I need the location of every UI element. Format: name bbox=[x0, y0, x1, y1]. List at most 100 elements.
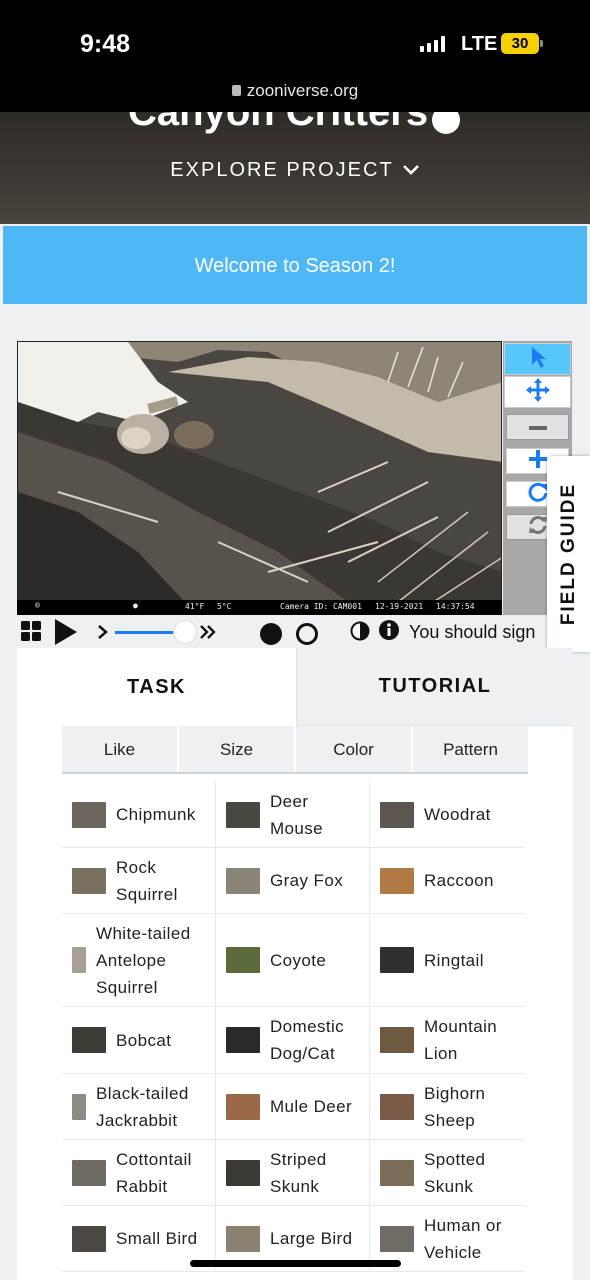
battery-icon: 30 bbox=[501, 33, 539, 54]
filter-pattern[interactable]: Pattern bbox=[413, 726, 528, 773]
species-option[interactable]: Spotted Skunk bbox=[370, 1140, 524, 1205]
filter-bar: Like Size Color Pattern bbox=[62, 726, 528, 773]
sign-in-notice[interactable]: You should sign bbox=[409, 622, 535, 643]
species-label-line: Cottontail bbox=[116, 1149, 192, 1169]
species-option[interactable]: Ringtail bbox=[370, 914, 524, 1006]
filter-divider bbox=[62, 772, 528, 774]
species-label-line: Striped bbox=[270, 1149, 327, 1169]
species-option[interactable]: Mule Deer bbox=[216, 1074, 370, 1139]
species-option[interactable]: White-tailed Antelope Squirrel bbox=[62, 914, 216, 1006]
species-option[interactable]: Cottontail Rabbit bbox=[62, 1140, 216, 1205]
invert-icon[interactable] bbox=[350, 621, 370, 646]
species-option[interactable]: Mountain Lion bbox=[370, 1007, 524, 1073]
species-thumbnail bbox=[226, 1159, 260, 1186]
species-option[interactable]: Domestic Dog/Cat bbox=[216, 1007, 370, 1073]
filter-size[interactable]: Size bbox=[179, 726, 294, 773]
species-label-line: Human or bbox=[424, 1215, 502, 1235]
species-row: Chipmunk Deer Mouse Woodrat bbox=[62, 782, 525, 848]
zoom-out-icon bbox=[528, 418, 548, 436]
species-option[interactable]: Woodrat bbox=[370, 782, 524, 847]
species-label: Coyote bbox=[270, 947, 326, 974]
species-label-line: Woodrat bbox=[424, 805, 491, 824]
species-thumbnail bbox=[72, 947, 86, 973]
outline-circle-icon[interactable] bbox=[295, 622, 319, 651]
species-option[interactable]: Rock Squirrel bbox=[62, 848, 216, 913]
explore-project-button[interactable]: EXPLORE PROJECT bbox=[0, 159, 590, 182]
capture-time: 14:37:54 bbox=[436, 602, 475, 611]
temp-f: 41°F bbox=[185, 602, 205, 611]
home-indicator bbox=[190, 1260, 401, 1267]
speed-slider[interactable] bbox=[115, 619, 197, 650]
pointer-tool-button[interactable] bbox=[504, 343, 571, 375]
species-thumbnail bbox=[380, 947, 414, 973]
species-thumbnail bbox=[380, 1027, 414, 1053]
field-guide-label: FIELD GUIDE bbox=[557, 482, 579, 626]
filter-color[interactable]: Color bbox=[296, 726, 411, 773]
tab-tutorial[interactable]: TUTORIAL bbox=[296, 648, 573, 726]
species-option[interactable]: Black-tailed Jackrabbit bbox=[62, 1074, 216, 1139]
field-guide-tab[interactable]: FIELD GUIDE bbox=[547, 456, 590, 652]
species-label-line: Ringtail bbox=[424, 950, 484, 970]
species-label-line: Large Bird bbox=[270, 1229, 353, 1248]
move-icon bbox=[525, 377, 551, 408]
species-label-line: Rabbit bbox=[116, 1176, 168, 1196]
species-label: Large Bird bbox=[270, 1225, 352, 1252]
species-label: Human or Vehicle bbox=[424, 1212, 502, 1266]
capture-date: 12-19-2021 bbox=[375, 602, 424, 611]
status-time: 9:48 bbox=[80, 30, 131, 58]
species-label-line: Gray Fox bbox=[270, 871, 344, 890]
move-tool-button[interactable] bbox=[504, 376, 571, 408]
species-option[interactable]: Gray Fox bbox=[216, 848, 370, 913]
species-row: Black-tailed Jackrabbit Mule Deer Bighorn Sh… bbox=[62, 1074, 525, 1140]
species-label: Gray Fox bbox=[270, 867, 343, 894]
species-option[interactable]: Chipmunk bbox=[62, 782, 216, 847]
species-row: Rock Squirrel Gray Fox Raccoon bbox=[62, 848, 525, 914]
species-label: Rock Squirrel bbox=[116, 854, 178, 908]
url-text: zooniverse.org bbox=[246, 81, 359, 100]
pointer-icon bbox=[528, 345, 548, 374]
url-bar[interactable]: zooniverse.org bbox=[0, 81, 590, 101]
species-option[interactable]: Bighorn Sheep bbox=[370, 1074, 524, 1139]
species-label: Bighorn Sheep bbox=[424, 1080, 485, 1134]
species-option[interactable]: Coyote bbox=[216, 914, 370, 1006]
species-label-line: Dog/Cat bbox=[270, 1044, 336, 1063]
species-option[interactable]: Striped Skunk bbox=[216, 1140, 370, 1205]
chevron-right-icon[interactable] bbox=[97, 624, 109, 645]
species-thumbnail bbox=[226, 1225, 260, 1252]
species-option[interactable]: Deer Mouse bbox=[216, 782, 370, 847]
species-label-line: Sheep bbox=[424, 1110, 476, 1130]
species-label-line: Small Bird bbox=[116, 1229, 198, 1248]
zoom-out-button[interactable] bbox=[506, 414, 569, 440]
grid-icon[interactable] bbox=[20, 620, 42, 647]
species-label: Domestic Dog/Cat bbox=[270, 1013, 344, 1067]
species-label: Raccoon bbox=[424, 867, 494, 894]
species-grid: Chipmunk Deer Mouse Woodrat Rock Squirrel Gray… bbox=[62, 782, 525, 1272]
species-thumbnail bbox=[72, 1159, 106, 1186]
signal-icon bbox=[420, 36, 445, 52]
species-label-line: Squirrel bbox=[96, 977, 158, 997]
species-label-line: Black-tailed bbox=[96, 1083, 189, 1103]
species-label: Mule Deer bbox=[270, 1093, 352, 1120]
species-thumbnail bbox=[72, 1225, 106, 1252]
filled-circle-icon[interactable] bbox=[259, 622, 283, 651]
species-label-line: Raccoon bbox=[424, 871, 494, 890]
species-option[interactable]: Raccoon bbox=[370, 848, 524, 913]
species-label-line: Mouse bbox=[270, 818, 324, 838]
tab-task[interactable]: TASK bbox=[17, 648, 296, 726]
double-chevron-right-icon[interactable] bbox=[199, 624, 217, 645]
species-row: Cottontail Rabbit Striped Skunk Spotted Skunk bbox=[62, 1140, 525, 1206]
subject-image[interactable] bbox=[17, 341, 502, 615]
species-row: White-tailed Antelope Squirrel Coyote Ringta… bbox=[62, 914, 525, 1007]
play-icon[interactable] bbox=[53, 618, 79, 651]
project-title: Canyon Critters bbox=[128, 112, 429, 134]
playback-controls: You should sign bbox=[17, 615, 547, 649]
species-option[interactable]: Bobcat bbox=[62, 1007, 216, 1073]
info-icon[interactable] bbox=[379, 620, 399, 645]
species-thumbnail bbox=[72, 1027, 106, 1053]
announcement-banner[interactable]: Welcome to Season 2! bbox=[3, 226, 587, 304]
species-thumbnail bbox=[72, 1093, 86, 1120]
species-label: Black-tailed Jackrabbit bbox=[96, 1080, 189, 1134]
filter-like[interactable]: Like bbox=[62, 726, 177, 773]
species-label-line: Mule Deer bbox=[270, 1097, 353, 1116]
species-label-line: Bobcat bbox=[116, 1030, 172, 1050]
